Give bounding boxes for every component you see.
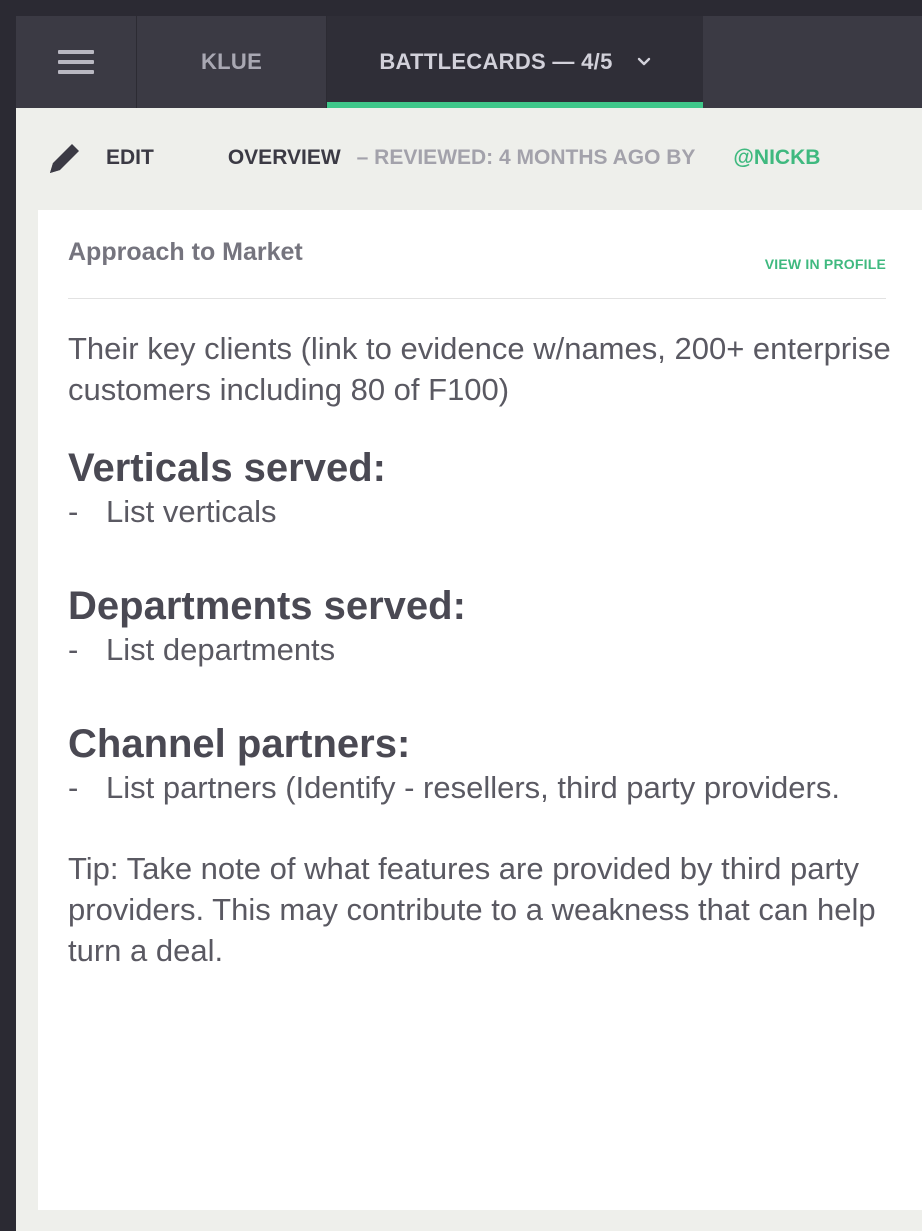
card-title: Approach to Market <box>68 238 303 266</box>
edit-button[interactable]: EDIT <box>46 139 154 177</box>
card-body: Their key clients (link to evidence w/na… <box>68 328 898 971</box>
top-nav: KLUE BATTLECARDS — 4/5 <box>16 16 922 108</box>
tab-klue-label: KLUE <box>200 49 263 74</box>
bullet-dash: - <box>68 494 79 529</box>
bullet-dash: - <box>68 770 79 805</box>
bullet-text: List partners (Identify - resellers, thi… <box>106 770 840 805</box>
bullet-dash: - <box>68 632 79 667</box>
overview-link[interactable]: OVERVIEW <box>228 146 341 170</box>
section-heading: Verticals served: <box>68 446 386 490</box>
tab-klue[interactable]: KLUE <box>137 16 327 108</box>
tab-battlecards-label: BATTLECARDS — 4/5 <box>379 49 613 74</box>
hamburger-icon <box>58 50 94 74</box>
app-frame: KLUE BATTLECARDS — 4/5 EDIT OVERVIEW – R… <box>16 16 922 1231</box>
list-item: - List verticals <box>68 492 898 532</box>
battlecard: Approach to Market VIEW IN PROFILE Their… <box>38 210 922 1210</box>
tab-battlecards[interactable]: BATTLECARDS — 4/5 <box>327 16 703 108</box>
bullet-text: List departments <box>106 632 336 667</box>
list-item: - List departments <box>68 630 898 670</box>
tip-text: Tip: Take note of what features are prov… <box>68 851 876 968</box>
section-heading: Departments served: <box>68 584 466 628</box>
card-toolbar: EDIT OVERVIEW – REVIEWED: 4 MONTHS AGO B… <box>16 108 922 208</box>
chevron-down-icon[interactable] <box>637 55 651 69</box>
card-header: Approach to Market VIEW IN PROFILE <box>68 238 886 299</box>
list-item: - List partners (Identify - resellers, t… <box>68 768 898 808</box>
bullet-text: List verticals <box>106 494 277 529</box>
reviewer-link[interactable]: @NICKB <box>733 146 820 170</box>
reviewed-status: – REVIEWED: 4 MONTHS AGO BY <box>356 146 696 169</box>
pencil-icon <box>50 144 79 173</box>
intro-text: Their key clients (link to evidence w/na… <box>68 331 891 407</box>
edit-label: EDIT <box>106 146 154 169</box>
view-in-profile-link[interactable]: VIEW IN PROFILE <box>765 256 886 272</box>
menu-button[interactable] <box>16 16 137 108</box>
section-heading: Channel partners: <box>68 722 411 766</box>
